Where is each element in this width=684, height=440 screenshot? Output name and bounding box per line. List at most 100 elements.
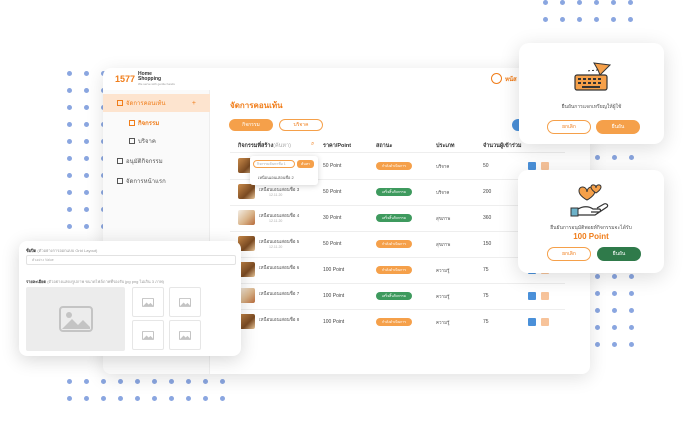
dot xyxy=(629,155,634,160)
dot xyxy=(84,71,89,76)
column-header-type: ประเภท xyxy=(436,143,455,149)
status-badge: กำลังดำเนินการ xyxy=(376,240,412,248)
dot xyxy=(67,105,72,110)
column-header-status: สถานะ xyxy=(376,143,393,149)
dot xyxy=(612,274,617,279)
top-bar: 1577 Home Shopping We serve with gentle … xyxy=(103,68,590,90)
dot xyxy=(577,17,582,22)
dot xyxy=(595,155,600,160)
dot xyxy=(595,291,600,296)
dot xyxy=(595,325,600,330)
activity-type: สุขภาพ xyxy=(436,216,451,221)
image-upload-slot-4[interactable] xyxy=(169,320,201,350)
activity-type: บริจาค xyxy=(436,164,450,169)
activity-point: 100 Point xyxy=(323,267,345,273)
search-button[interactable]: ค้นหา xyxy=(297,160,314,168)
dot xyxy=(118,396,123,401)
user-menu[interactable]: หน้ส xyxy=(491,73,517,84)
dot xyxy=(135,379,140,384)
sidebar-item-label: จัดการหน้าแรก xyxy=(126,179,166,185)
activity-name: เหนือนเอนเสอนชื่อ 5 12.11.20 xyxy=(259,238,299,249)
activity-date: 12.11.20 xyxy=(269,245,283,249)
status-badge: กำลังดำเนินการ xyxy=(376,162,412,170)
edit-icon xyxy=(129,138,135,144)
row-divider xyxy=(230,231,565,232)
participant-count: 150 xyxy=(483,241,492,247)
sidebar-item-approve[interactable]: อนุมัติกิจกรรม xyxy=(103,152,210,170)
image-upload-slot-1[interactable] xyxy=(132,287,164,317)
dot xyxy=(629,308,634,313)
participant-count: 200 xyxy=(483,189,492,195)
dot xyxy=(135,396,140,401)
cancel-button[interactable]: ยกเลิก xyxy=(547,120,591,134)
sidebar-item-donation[interactable]: บริจาค xyxy=(103,132,210,150)
dot xyxy=(67,173,72,178)
expand-icon: + xyxy=(191,99,196,107)
activity-thumbnail xyxy=(238,184,255,199)
confirm-button[interactable]: ยืนยัน xyxy=(596,120,640,134)
activity-point: 30 Point xyxy=(323,215,342,221)
sidebar-item-home[interactable]: จัดการหน้าแรก xyxy=(103,172,210,190)
dot xyxy=(595,308,600,313)
search-icon[interactable]: ⌕ xyxy=(311,141,314,148)
dot xyxy=(84,139,89,144)
sidebar-item-activity[interactable]: กิจกรรม xyxy=(103,114,210,132)
dot xyxy=(101,379,106,384)
tab-donation[interactable]: บริจาค xyxy=(279,119,323,131)
column-header-point: ราคา/Point xyxy=(323,143,352,149)
image-upload-slot-2[interactable] xyxy=(169,287,201,317)
participant-count: 75 xyxy=(483,267,489,273)
keyboard-paper-plane-icon xyxy=(574,62,612,91)
dot xyxy=(560,17,565,22)
confirm-button[interactable]: ยืนยัน xyxy=(597,247,641,261)
activity-name-text: เหนือนเอนเสอนชื่อ 4 xyxy=(259,213,300,218)
delete-icon[interactable] xyxy=(541,292,549,300)
sidebar-item-label: จัดการคอนเท้น xyxy=(126,101,166,107)
dialog-message: ยืนยันการอนุมัติพอยท์กิจกรรมจะได้รับ xyxy=(550,225,632,231)
activity-name: เหนือนเอนเสอนชื่อ 4 12.11.20 xyxy=(259,212,299,223)
participant-count: 75 xyxy=(483,293,489,299)
status-badge: กำลังดำเนินการ xyxy=(376,266,412,274)
status-badge: เสร็จสิ้นกิจกรรม xyxy=(376,214,412,222)
dot xyxy=(67,207,72,212)
search-input[interactable]: กิจกรรมค้นหาชื่อ 1 xyxy=(253,160,295,168)
delete-icon[interactable] xyxy=(541,162,549,170)
activity-point: 50 Point xyxy=(323,189,342,195)
edit-icon[interactable] xyxy=(528,292,536,300)
dot xyxy=(612,342,617,347)
delete-icon[interactable] xyxy=(541,318,549,326)
dot xyxy=(84,173,89,178)
row-divider xyxy=(230,205,565,206)
dot xyxy=(84,156,89,161)
dot xyxy=(67,122,72,127)
search-result-item[interactable]: เหนือนเอนเสอนชื่อ 2 xyxy=(258,174,294,181)
edit-icon[interactable] xyxy=(528,162,536,170)
dot xyxy=(67,71,72,76)
header-divider xyxy=(230,152,565,153)
dot xyxy=(84,190,89,195)
dot xyxy=(84,224,89,229)
dot xyxy=(220,396,225,401)
sidebar-item-content[interactable]: จัดการคอนเท้น + xyxy=(103,94,210,112)
search-dropdown: กิจกรรมค้นหาชื่อ 1 ค้นหา เหนือนเอนเสอนชื… xyxy=(250,156,318,185)
row-divider xyxy=(230,283,565,284)
cancel-button[interactable]: ยกเลิก xyxy=(547,247,591,261)
participant-count: 360 xyxy=(483,215,492,221)
activity-type: ความรู้ xyxy=(436,268,450,273)
row-divider xyxy=(230,257,565,258)
sidebar-item-label: บริจาค xyxy=(138,139,156,145)
image-upload-slot-3[interactable] xyxy=(132,320,164,350)
dot xyxy=(186,379,191,384)
hand-heart-icon xyxy=(570,184,609,217)
dot xyxy=(152,379,157,384)
column-header-activity: กิจกรรมที่สร้าง(ค้นหา) xyxy=(238,143,291,149)
tab-activity[interactable]: กิจกรรม xyxy=(229,119,273,131)
logo[interactable]: 1577 Home Shopping We serve with gentle … xyxy=(115,72,175,87)
dot xyxy=(629,291,634,296)
image-icon xyxy=(142,330,154,340)
dot xyxy=(629,325,634,330)
title-input[interactable]: ตัวอย่าง Value xyxy=(26,255,236,265)
dot xyxy=(611,0,616,5)
image-upload-main[interactable] xyxy=(26,287,125,351)
edit-icon[interactable] xyxy=(528,318,536,326)
